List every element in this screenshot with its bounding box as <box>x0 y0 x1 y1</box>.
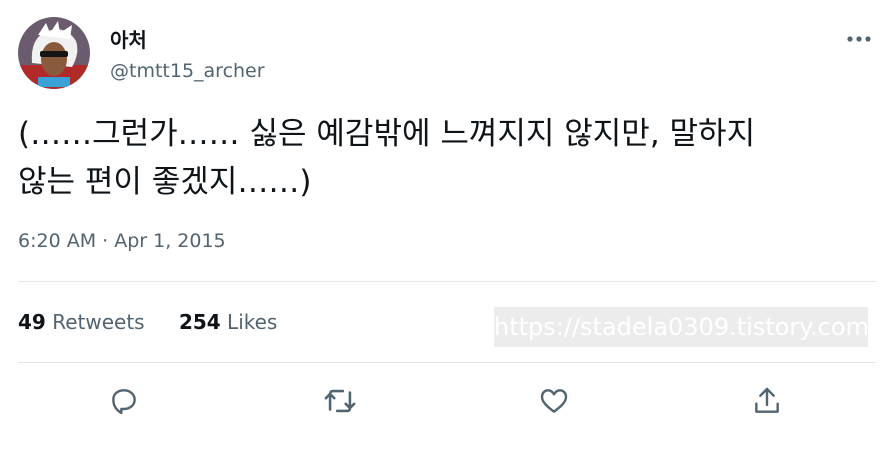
tweet-stats: 49 Retweets 254 Likes <box>18 310 305 334</box>
retweets-label: Retweets <box>52 310 145 334</box>
like-button[interactable] <box>530 377 578 425</box>
retweet-button[interactable] <box>316 377 364 425</box>
retweets-stat[interactable]: 49 Retweets <box>18 310 145 334</box>
tweet-text-line-1: (……그런가…… 싫은 예감밖에 느껴지지 않지만, 말하지 <box>18 116 756 152</box>
retweets-count: 49 <box>18 310 46 334</box>
action-bar <box>0 377 894 425</box>
share-icon <box>755 387 779 413</box>
avatar[interactable] <box>18 17 90 89</box>
tweet-text-line-2: 않는 편이 좋겠지……) <box>18 164 312 200</box>
watermark: https://stadela0309.tistory.com <box>494 307 868 347</box>
heart-icon <box>540 389 568 413</box>
likes-label: Likes <box>227 310 278 334</box>
likes-stat[interactable]: 254 Likes <box>179 310 277 334</box>
divider <box>18 281 876 282</box>
tweet-text: (……그런가…… 싫은 예감밖에 느껴지지 않지만, 말하지 않는 편이 좋겠지… <box>18 110 878 206</box>
reply-button[interactable] <box>100 377 148 425</box>
user-handle[interactable]: @tmtt15_archer <box>110 60 265 82</box>
retweet-icon <box>324 389 356 413</box>
divider <box>18 362 876 363</box>
more-horizontal-icon[interactable] <box>846 24 872 48</box>
share-button[interactable] <box>743 377 791 425</box>
tweet-timestamp[interactable]: 6:20 AM · Apr 1, 2015 <box>18 230 226 252</box>
display-name[interactable]: 아처 <box>110 24 147 53</box>
likes-count: 254 <box>178 310 221 334</box>
reply-icon <box>112 389 136 415</box>
